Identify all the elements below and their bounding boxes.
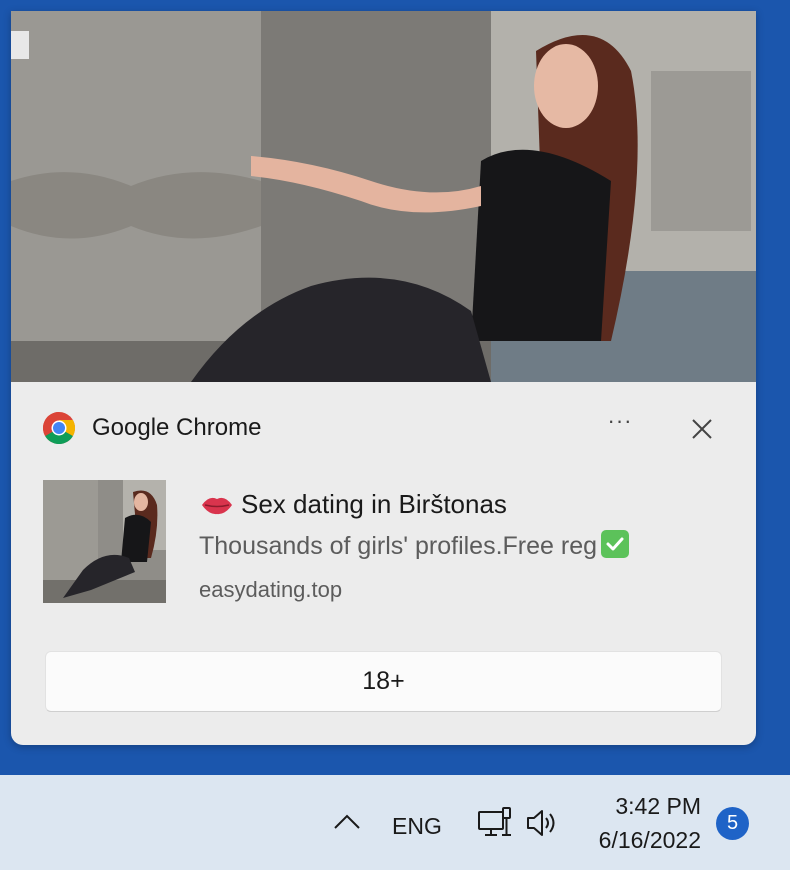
app-name: Google Chrome: [92, 414, 262, 441]
volume-icon[interactable]: [525, 808, 561, 838]
network-icon[interactable]: [477, 805, 513, 841]
notification-toast[interactable]: Google Chrome ··· Sex dating in Birštona…: [11, 11, 756, 745]
close-button[interactable]: [685, 412, 719, 446]
notification-source: easydating.top: [199, 577, 343, 602]
more-options-button[interactable]: ···: [602, 410, 638, 442]
clock-time[interactable]: 3:42 PM: [615, 793, 701, 820]
chrome-icon: [42, 411, 76, 445]
notification-header: Google Chrome ···: [11, 382, 756, 472]
notification-title: Sex dating in Birštonas: [201, 489, 507, 520]
show-hidden-icons-button[interactable]: [332, 812, 362, 832]
notification-count-badge[interactable]: 5: [716, 807, 749, 840]
title-text: Sex dating in Birštonas: [241, 489, 507, 519]
lips-icon: [201, 492, 233, 515]
hero-image: [11, 11, 756, 382]
clock-date[interactable]: 6/16/2022: [599, 827, 701, 854]
action-button-18plus[interactable]: 18+: [45, 651, 722, 712]
check-mark-button-icon: [601, 530, 630, 558]
body-text: Thousands of girls' profiles.Free reg: [199, 532, 598, 560]
notification-body: Thousands of girls' profiles.Free reg: [199, 530, 630, 561]
chevron-up-icon: [334, 814, 360, 829]
close-icon: [692, 419, 712, 439]
taskbar: ENG 3:42 PM 6/16/2022 5: [0, 775, 790, 870]
notification-thumbnail: [43, 480, 166, 603]
input-language-indicator[interactable]: ENG: [392, 813, 442, 840]
